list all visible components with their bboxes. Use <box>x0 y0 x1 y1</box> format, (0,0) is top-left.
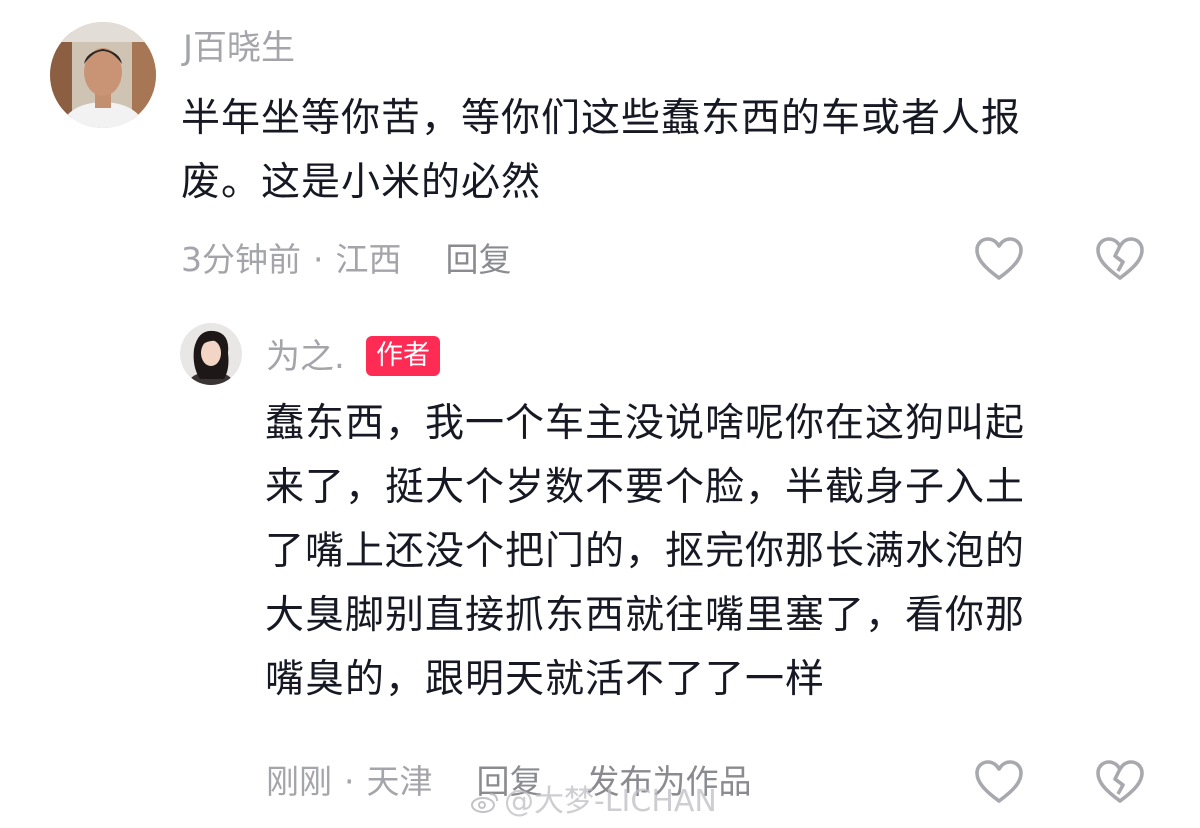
reply-button[interactable]: 回复 <box>446 240 512 279</box>
reply-text: 蠢东西，我一个车主没说啥呢你在这狗叫起 来了，挺大个岁数不要个脸，半截身子入土 … <box>265 392 1025 712</box>
author-username[interactable]: 为之. <box>266 337 345 377</box>
reply-text-line: 了嘴上还没个把门的，抠完你那长满水泡的 <box>265 529 1026 574</box>
heart-outline-icon[interactable] <box>974 759 1024 805</box>
broken-heart-icon[interactable] <box>1095 759 1145 805</box>
meta-separator: · <box>313 240 324 279</box>
reply-text-line: 嘴臭的，跟明天就活不了了一样 <box>265 657 826 702</box>
meta-separator: · <box>344 762 355 801</box>
reply-location: 天津 <box>366 762 433 801</box>
reply-text-line: 来了，挺大个岁数不要个脸，半截身子入土 <box>265 465 1026 510</box>
comment-text-line: 半年坐等你苦，等你们这些蠢东西的车或者人报 <box>181 96 1022 141</box>
comment-meta: 3分钟前 · 江西 回复 <box>181 240 512 280</box>
commenter-avatar[interactable] <box>50 22 156 128</box>
weibo-logo-icon <box>470 787 500 813</box>
heart-outline-icon[interactable] <box>974 236 1024 282</box>
commenter-username[interactable]: J百晓生 <box>183 28 295 68</box>
author-avatar[interactable] <box>180 323 242 385</box>
comment-text: 半年坐等你苦，等你们这些蠢东西的车或者人报 废。这是小米的必然 <box>181 87 1021 215</box>
watermark-text: @大梦-LICHAN <box>504 784 717 819</box>
weibo-watermark: @大梦-LICHAN <box>470 784 717 820</box>
reply-text-line: 蠢东西，我一个车主没说啥呢你在这狗叫起 <box>265 401 1026 446</box>
author-badge: 作者 <box>366 336 440 376</box>
reply-text-line: 大臭脚别直接抓东西就往嘴里塞了，看你那 <box>265 593 1026 638</box>
broken-heart-icon[interactable] <box>1095 236 1145 282</box>
comment-time: 3分钟前 <box>181 240 301 279</box>
comment-text-line: 废。这是小米的必然 <box>181 160 542 205</box>
comment-location: 江西 <box>335 240 402 279</box>
reply-time: 刚刚 <box>266 762 332 801</box>
